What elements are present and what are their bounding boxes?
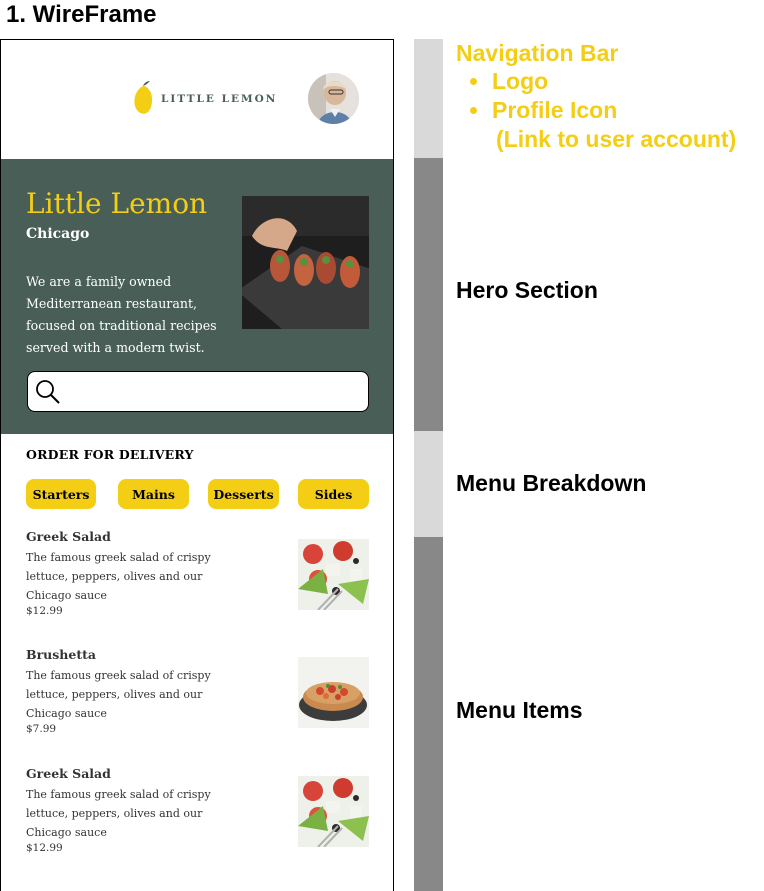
profile-icon[interactable] [308, 73, 359, 124]
hero-section: Little Lemon Chicago We are a family own… [1, 159, 393, 434]
annotation-menu-breakdown: Menu Breakdown [456, 470, 647, 496]
band-menu-items [414, 537, 443, 891]
page-title: 1. WireFrame [6, 1, 157, 28]
phone-wireframe: LITTLE LEMON Little Lemon Chicago We are… [0, 39, 394, 891]
menu-item[interactable]: Greek Salad The famous greek salad of cr… [26, 766, 371, 854]
logo-text: LITTLE LEMON [161, 93, 278, 105]
logo[interactable]: LITTLE LEMON [132, 81, 277, 117]
menu-item-description: The famous greek salad of crispy lettuce… [26, 551, 211, 602]
search-input[interactable] [27, 371, 369, 412]
hero-image [242, 196, 369, 329]
category-mains-button[interactable]: Mains [118, 479, 189, 509]
menu-item-description: The famous greek salad of crispy lettuce… [26, 669, 211, 720]
menu-item-image [298, 539, 369, 610]
bullet-icon [470, 78, 477, 85]
menu-item-description: The famous greek salad of crispy lettuce… [26, 788, 211, 839]
band-menu-breakdown [414, 431, 443, 537]
band-hero [414, 158, 443, 431]
bullet-icon [470, 107, 477, 114]
navigation-bar: LITTLE LEMON [1, 40, 393, 159]
menu-item[interactable]: Brushetta The famous greek salad of cris… [26, 647, 371, 735]
avatar-photo [308, 73, 359, 124]
hero-description: We are a family owned Mediterranean rest… [26, 274, 217, 355]
category-starters-button[interactable]: Starters [26, 479, 96, 509]
menu-item-image [298, 657, 369, 728]
band-navigation [414, 39, 443, 158]
order-for-delivery-title: ORDER FOR DELIVERY [26, 447, 194, 462]
category-sides-button[interactable]: Sides [298, 479, 369, 509]
annotation-nav-sub: (Link to user account) [496, 126, 737, 152]
lemon-logo-icon [134, 81, 153, 114]
annotation-menu-items: Menu Items [456, 697, 583, 723]
annotation-nav-list: Logo Profile Icon [470, 67, 617, 125]
menu-item-image [298, 776, 369, 847]
category-desserts-button[interactable]: Desserts [208, 479, 279, 509]
annotation-nav-point: Logo [470, 67, 617, 96]
menu-item[interactable]: Greek Salad The famous greek salad of cr… [26, 529, 371, 617]
annotation-navigation-bar: Navigation Bar [456, 40, 619, 66]
search-icon [36, 380, 60, 404]
hero-title: Little Lemon [26, 187, 208, 220]
annotation-nav-point: Profile Icon [470, 96, 617, 125]
hero-city: Chicago [26, 226, 90, 242]
annotation-hero-section: Hero Section [456, 277, 598, 303]
